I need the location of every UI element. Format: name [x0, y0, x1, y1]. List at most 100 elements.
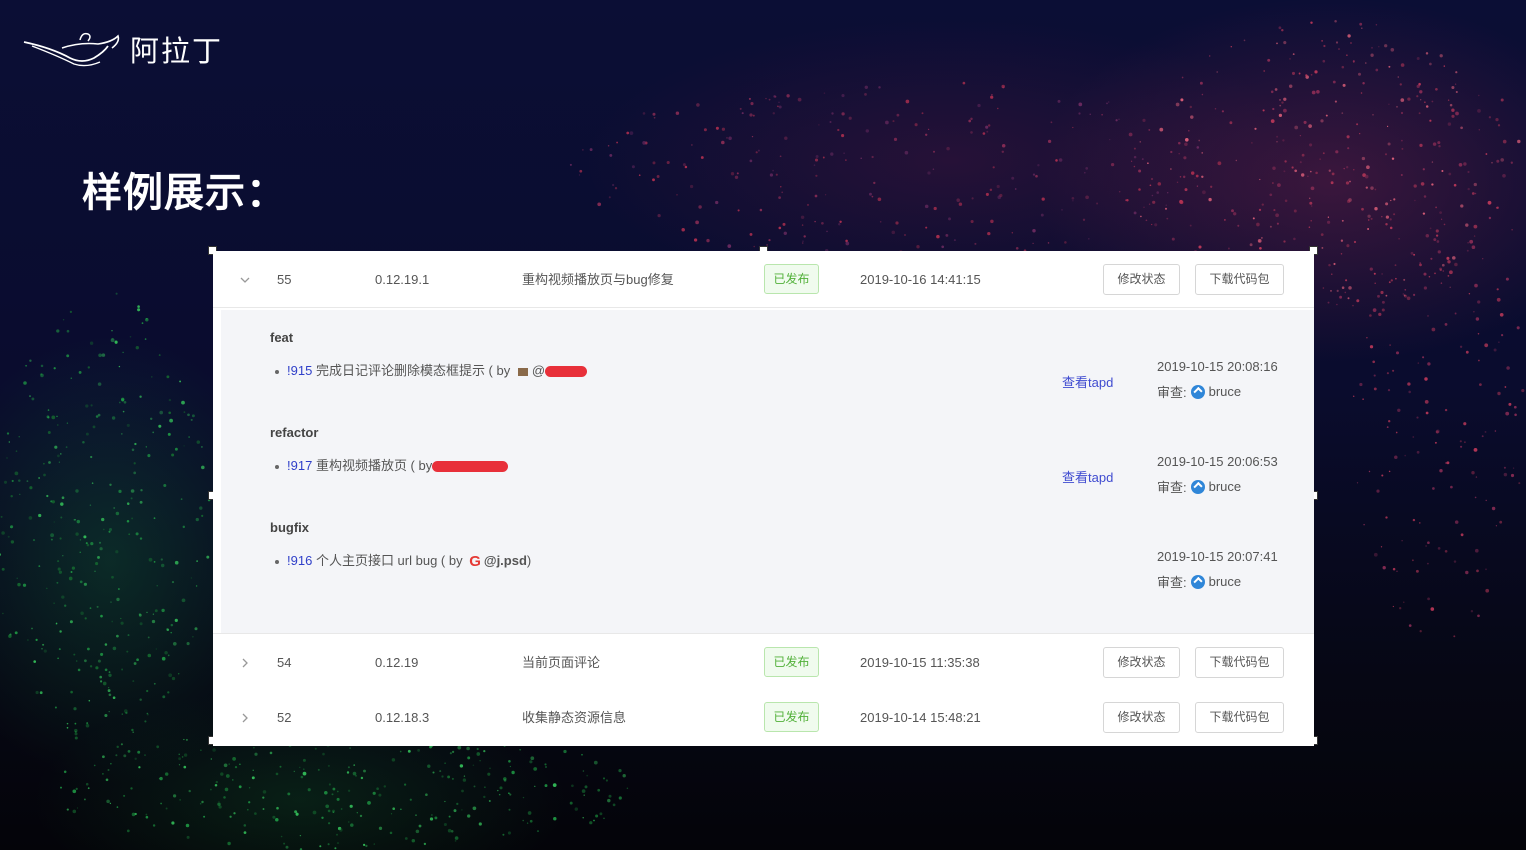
particle-dot [233, 812, 236, 815]
particle-dot [456, 802, 459, 806]
particle-dot [653, 116, 656, 119]
particle-dot [1518, 482, 1521, 485]
particle-dot [1449, 270, 1453, 275]
particle-dot [1340, 253, 1343, 255]
particle-dot [1106, 102, 1108, 105]
particle-dot [1410, 251, 1414, 255]
particle-dot [1422, 168, 1425, 171]
particle-dot [1367, 219, 1370, 221]
particle-dot [171, 821, 175, 825]
table-row[interactable]: 54 0.12.19 当前页面评论 已发布 2019-10-15 11:35:3… [213, 633, 1314, 690]
particle-dot [1272, 182, 1274, 184]
particle-dot [1467, 187, 1470, 191]
particle-dot [133, 662, 137, 665]
particle-dot [522, 796, 525, 799]
particle-dot [1133, 155, 1137, 159]
particle-dot [1400, 173, 1403, 177]
particle-dot [778, 101, 780, 104]
particle-dot [1321, 246, 1324, 249]
particle-dot [1381, 215, 1383, 218]
particle-dot [509, 793, 512, 796]
particle-dot [139, 500, 143, 504]
particle-dot [203, 815, 206, 818]
chevron-right-icon[interactable] [238, 711, 252, 725]
particle-dot [337, 826, 342, 831]
particle-dot [252, 769, 254, 771]
chevron-right-icon[interactable] [238, 656, 252, 670]
particle-dot [152, 613, 155, 615]
particle-dot [1167, 192, 1169, 194]
particle-dot [925, 226, 928, 229]
particle-dot [162, 695, 166, 699]
particle-dot [1394, 264, 1397, 267]
particle-dot [336, 790, 339, 793]
particle-dot [83, 582, 87, 586]
particle-dot [439, 770, 442, 773]
view-tapd-link[interactable]: 查看tapd [1062, 467, 1113, 486]
particle-dot [58, 648, 61, 651]
change-status-button[interactable]: 修改状态 [1103, 702, 1180, 733]
particle-dot [46, 494, 49, 498]
particle-dot [1419, 522, 1421, 524]
particle-dot [112, 646, 117, 651]
particle-dot [1463, 422, 1467, 426]
particle-dot [1425, 411, 1429, 415]
particle-dot [839, 220, 842, 224]
particle-dot [1388, 420, 1391, 423]
particle-dot [1495, 525, 1498, 527]
particle-dot [1170, 150, 1173, 154]
view-tapd-link[interactable]: 查看tapd [1062, 372, 1113, 391]
particle-dot [57, 560, 60, 563]
particle-dot [1082, 218, 1086, 221]
particle-dot [1442, 270, 1445, 272]
particle-dot [821, 221, 824, 225]
particle-dot [1446, 256, 1450, 260]
particle-dot [29, 395, 31, 397]
particle-dot [232, 779, 234, 781]
download-package-button[interactable]: 下载代码包 [1195, 264, 1284, 295]
change-status-button[interactable]: 修改状态 [1103, 647, 1180, 678]
chevron-down-icon[interactable] [238, 273, 252, 287]
particle-dot [1487, 200, 1492, 205]
particle-dot [1342, 83, 1346, 87]
particle-dot [1401, 147, 1404, 150]
particle-dot [830, 152, 834, 156]
table-row[interactable]: 55 0.12.19.1 重构视频播放页与bug修复 已发布 2019-10-1… [213, 251, 1314, 308]
particle-dot [1148, 203, 1151, 206]
particle-dot [131, 812, 136, 817]
download-package-button[interactable]: 下载代码包 [1195, 647, 1284, 678]
particle-dot [1443, 65, 1446, 67]
merge-request-link[interactable]: !917 [287, 458, 312, 473]
particle-dot [167, 691, 170, 694]
particle-dot [860, 157, 862, 159]
particle-dot [16, 577, 18, 579]
particle-dot [146, 713, 149, 716]
download-package-button[interactable]: 下载代码包 [1195, 702, 1284, 733]
table-row[interactable]: 52 0.12.18.3 收集静态资源信息 已发布 2019-10-14 15:… [213, 689, 1314, 746]
particle-dot [312, 810, 317, 815]
particle-dot [35, 638, 38, 642]
particle-dot [473, 785, 476, 788]
particle-dot [1401, 540, 1403, 542]
particle-dot [1365, 186, 1368, 189]
particle-dot [1277, 183, 1281, 187]
particle-dot [476, 752, 481, 756]
particle-dot [1251, 142, 1253, 144]
particle-dot [95, 415, 99, 418]
particle-dot [1396, 106, 1398, 108]
particle-dot [597, 788, 601, 792]
release-version: 0.12.19 [375, 655, 419, 670]
particle-dot [224, 787, 229, 792]
merge-request-link[interactable]: !916 [287, 553, 312, 568]
particle-dot [1460, 533, 1464, 537]
particle-dot [1325, 114, 1328, 117]
particle-dot [227, 841, 231, 846]
particle-dot [328, 822, 331, 825]
merge-request-link[interactable]: !915 [287, 363, 312, 378]
particle-dot [152, 431, 155, 434]
particle-dot [1459, 345, 1463, 348]
change-status-button[interactable]: 修改状态 [1103, 264, 1180, 295]
particle-dot [1179, 200, 1184, 205]
particle-dot [135, 532, 139, 536]
particle-dot [1224, 219, 1226, 221]
